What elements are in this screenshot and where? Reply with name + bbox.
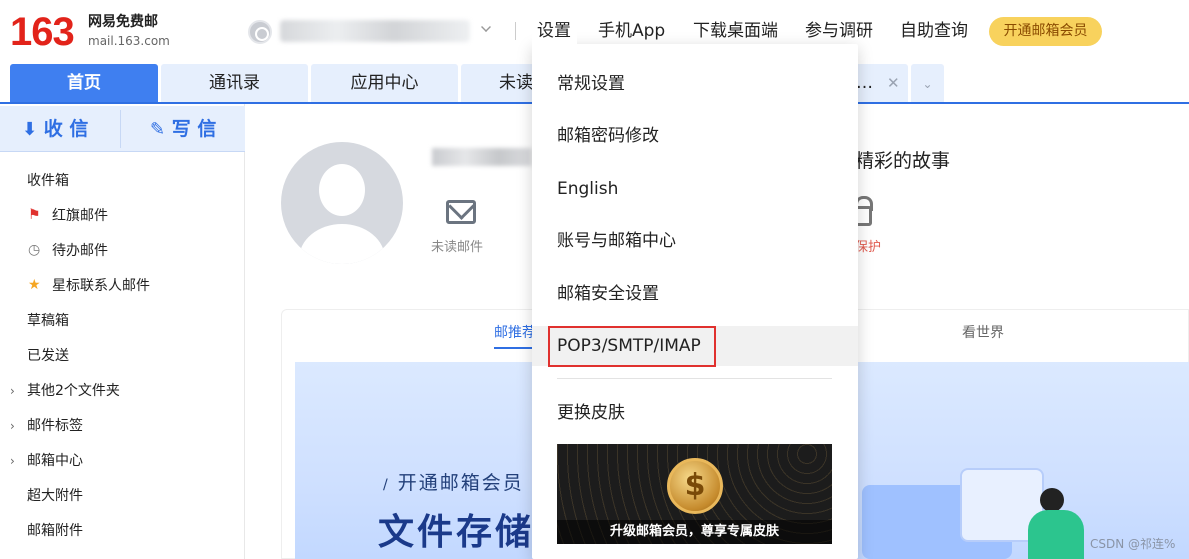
folder-others[interactable]: 其他2个文件夹	[27, 381, 120, 401]
red-flag-icon: ⚑	[28, 207, 41, 223]
chevron-down-icon: ⌄	[922, 77, 933, 91]
nav-mobile-app[interactable]: 手机App	[598, 18, 665, 44]
nav-settings-active[interactable]: 设置	[537, 18, 571, 44]
tab-contacts[interactable]: 通讯录	[161, 64, 308, 102]
menu-password-change[interactable]: 邮箱密码修改	[557, 124, 659, 148]
chevron-down-icon[interactable]	[481, 22, 491, 32]
feed-tab-world[interactable]: 看世界	[962, 323, 1004, 343]
menu-general-settings[interactable]: 常规设置	[557, 72, 625, 96]
logo-name: 网易免费邮	[88, 14, 158, 30]
tab-app-center[interactable]: 应用中心	[311, 64, 458, 102]
unread-mail-label[interactable]: 未读邮件	[431, 239, 483, 257]
account-name-redacted[interactable]	[280, 20, 470, 42]
banner-subtitle-text: 开通邮箱会员	[397, 472, 524, 494]
slash-deco: /	[383, 477, 390, 493]
logo-url: mail.163.com	[88, 34, 170, 48]
dollar-icon: $	[684, 468, 706, 503]
skin-promo-image[interactable]: $ 升级邮箱会员，尊享专属皮肤	[557, 444, 832, 544]
write-label: 写 信	[171, 118, 217, 140]
highlight-box	[548, 326, 716, 367]
mail-app-window: 163 网易免费邮 mail.163.com 设置 手机App 下载桌面端 参与…	[0, 0, 1189, 559]
vip-coin-icon: $	[667, 458, 723, 514]
watermark: CSDN @祁连%	[1090, 537, 1176, 551]
menu-english[interactable]: English	[557, 177, 618, 201]
folder-sent[interactable]: 已发送	[27, 346, 69, 366]
tab-more[interactable]: ⌄	[911, 64, 944, 102]
folder-attachments[interactable]: 邮箱附件	[27, 521, 83, 541]
protect-label[interactable]: 保护	[855, 239, 881, 257]
nav-download[interactable]: 下载桌面端	[693, 18, 778, 44]
illustration-person-body	[1028, 510, 1084, 559]
welcome-slogan: 精彩的故事	[855, 150, 951, 172]
user-name-redacted	[432, 148, 532, 166]
star-icon: ★	[28, 277, 41, 293]
banner-title: 文件存储	[378, 512, 535, 553]
folder-mail-center[interactable]: 邮箱中心	[27, 451, 83, 471]
account-avatar-icon[interactable]	[248, 20, 272, 44]
folder-tags[interactable]: 邮件标签	[27, 416, 83, 436]
divider	[515, 22, 516, 40]
envelope-icon[interactable]	[446, 200, 476, 224]
chevron-right-icon[interactable]: ›	[10, 381, 15, 401]
folder-large-attachments[interactable]: 超大附件	[27, 486, 83, 506]
menu-security-settings[interactable]: 邮箱安全设置	[557, 282, 659, 306]
logo-number[interactable]: 163	[10, 10, 75, 54]
divider	[120, 110, 121, 148]
receive-button[interactable]: ⬇ 收 信	[22, 106, 88, 152]
folder-drafts[interactable]: 草稿箱	[27, 311, 69, 331]
illustration-person-head	[1040, 488, 1064, 512]
pen-icon: ✎	[150, 119, 166, 140]
skin-caption: 升级邮箱会员，尊享专属皮肤	[557, 520, 832, 544]
feed-tab-underline	[494, 347, 534, 349]
chevron-right-icon[interactable]: ›	[10, 451, 15, 471]
tab-extra-label: …	[856, 73, 873, 93]
folder-red-flag[interactable]: 红旗邮件	[52, 206, 108, 226]
clock-icon: ◷	[28, 242, 41, 258]
receive-label: 收 信	[43, 118, 89, 140]
tab-unread-label: 未读	[499, 73, 533, 93]
menu-change-skin[interactable]: 更换皮肤	[557, 401, 625, 425]
close-icon[interactable]: ✕	[887, 64, 900, 102]
menu-account-center[interactable]: 账号与邮箱中心	[557, 229, 676, 253]
nav-survey[interactable]: 参与调研	[805, 18, 873, 44]
write-button[interactable]: ✎ 写 信	[150, 106, 216, 152]
folder-todo[interactable]: 待办邮件	[52, 241, 108, 261]
inbox-download-icon: ⬇	[22, 119, 38, 140]
banner-subtitle: / 开通邮箱会员	[383, 470, 524, 498]
nav-self-service[interactable]: 自助查询	[900, 18, 968, 44]
folder-inbox[interactable]: 收件箱	[27, 171, 69, 191]
menu-divider	[557, 378, 832, 379]
folder-starred[interactable]: 星标联系人邮件	[52, 276, 150, 296]
feed-tab-recommend[interactable]: 邮推荐	[494, 323, 536, 343]
user-avatar[interactable]	[281, 142, 403, 264]
tab-home[interactable]: 首页	[10, 64, 158, 102]
chevron-right-icon[interactable]: ›	[10, 416, 15, 436]
vip-button[interactable]: 开通邮箱会员	[989, 17, 1102, 46]
